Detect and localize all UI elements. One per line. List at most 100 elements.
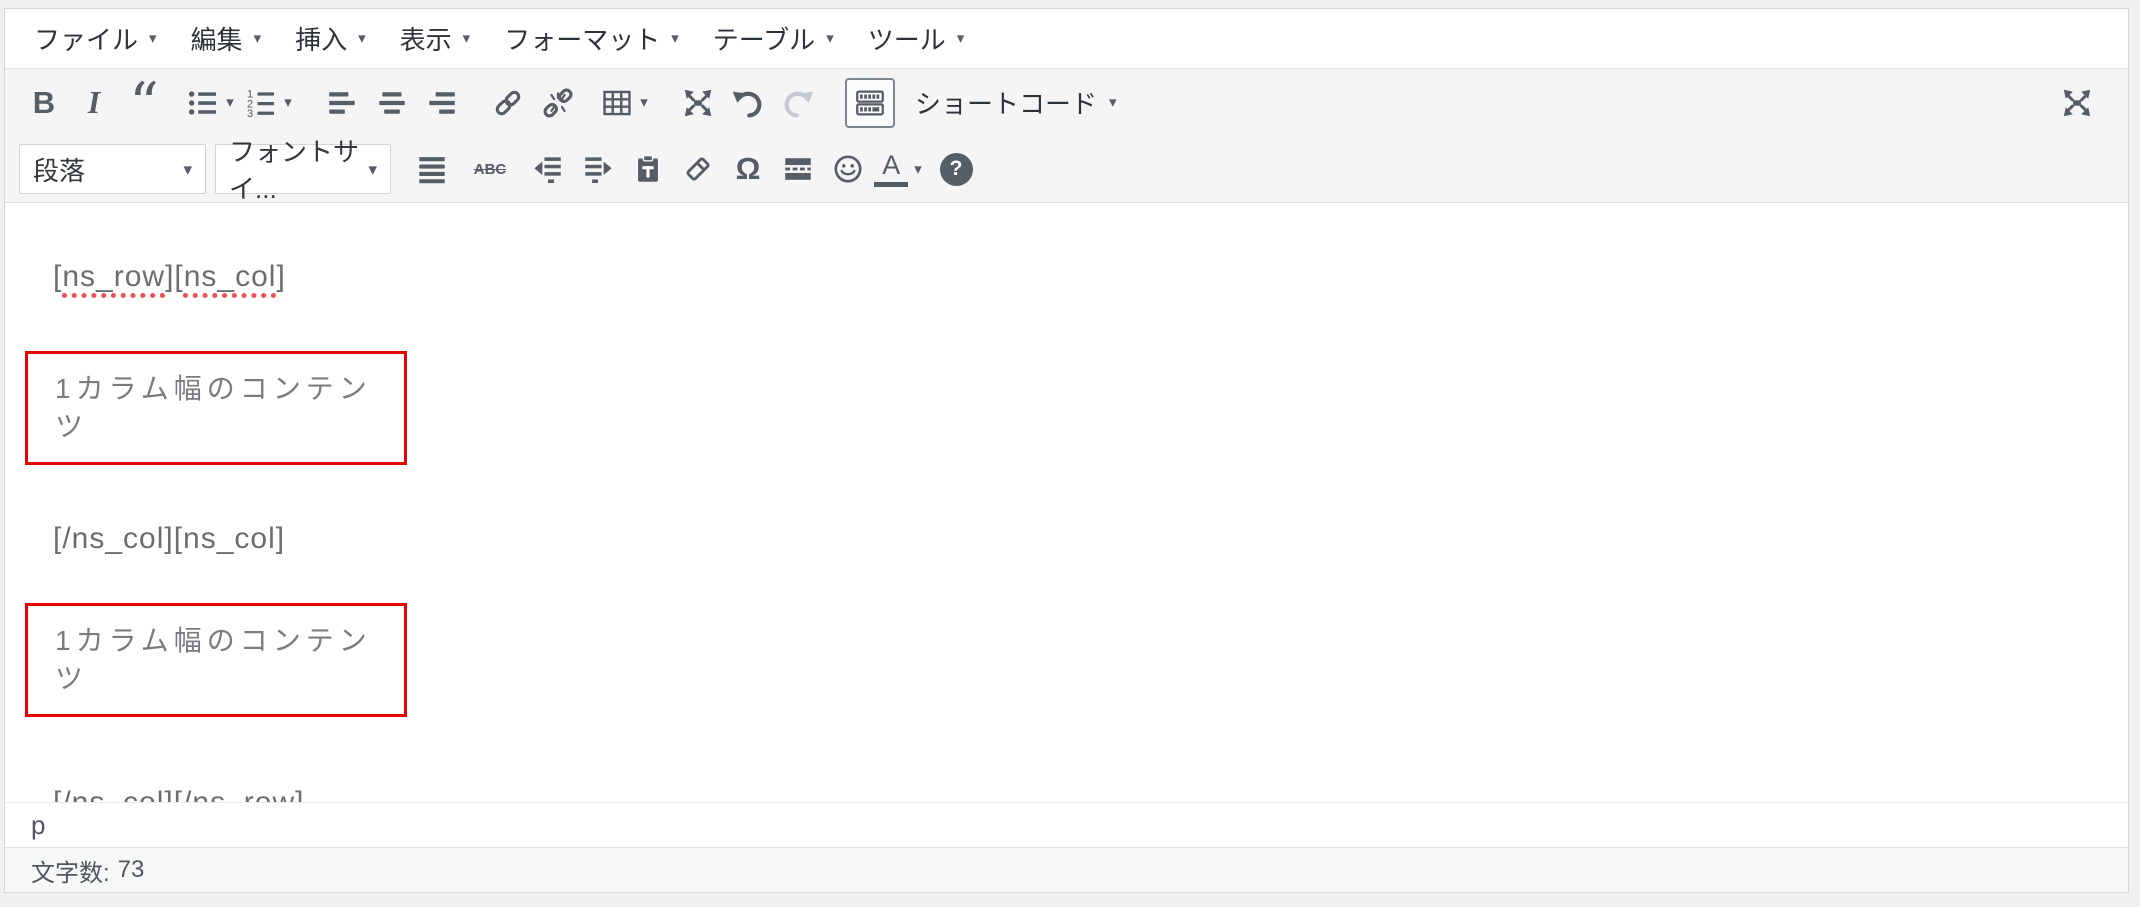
omega-icon: Ω <box>736 151 761 187</box>
table-button[interactable]: ▾ <box>599 77 657 129</box>
emoticons-button[interactable] <box>823 143 873 195</box>
blockquote-button[interactable]: “ <box>119 77 169 129</box>
chevron-down-icon: ▾ <box>284 95 292 110</box>
align-center-icon <box>375 86 409 120</box>
help-button[interactable]: ? <box>931 143 981 195</box>
help-icon: ? <box>940 153 973 186</box>
toolbar-secondary: 段落 ▾ フォントサイ... ▾ ABC <box>5 136 2128 203</box>
paste-as-text-icon <box>631 152 665 186</box>
menu-edit-label: 編集 <box>191 20 243 57</box>
italic-icon: I <box>82 84 106 121</box>
align-right-button[interactable] <box>417 77 467 129</box>
shortcode-dropdown-button[interactable]: ショートコード ▾ <box>901 77 1131 129</box>
menu-format[interactable]: フォーマット ▾ <box>487 9 696 68</box>
undo-button[interactable] <box>723 77 773 129</box>
expand-icon <box>680 85 716 121</box>
shortcode-text-line: [ns_row][ns_col] <box>53 259 2128 295</box>
toolbar-toggle-button[interactable] <box>845 78 895 128</box>
text-color-button[interactable]: A ▾ <box>873 143 931 195</box>
wordcount-bar: 文字数: 73 <box>5 847 2128 892</box>
italic-button[interactable]: I <box>69 77 119 129</box>
column-content-box: 1カラム幅のコンテンツ <box>25 351 407 465</box>
bold-button[interactable]: B <box>19 77 69 129</box>
wordcount-label: 文字数: <box>31 853 110 888</box>
distraction-free-button[interactable] <box>673 77 723 129</box>
outdent-button[interactable] <box>523 143 573 195</box>
toolbar-primary: B I “ ▾ 1 2 <box>5 69 2128 136</box>
svg-text:3: 3 <box>247 107 253 119</box>
remove-format-button[interactable] <box>673 143 723 195</box>
menu-table-label: テーブル <box>713 20 815 57</box>
chevron-down-icon: ▾ <box>226 95 234 110</box>
fullscreen-button[interactable] <box>2052 77 2102 129</box>
link-icon <box>491 86 525 120</box>
menu-edit[interactable]: 編集 ▾ <box>174 9 279 68</box>
redo-icon <box>780 85 816 121</box>
align-justify-icon <box>415 152 449 186</box>
shortcode-text-line: [/ns_col][ns_col] <box>53 521 2128 557</box>
indent-button[interactable] <box>573 143 623 195</box>
menu-view[interactable]: 表示 ▾ <box>383 9 488 68</box>
strikethrough-button[interactable]: ABC <box>465 143 515 195</box>
table-icon <box>600 86 634 120</box>
wordcount-value: 73 <box>118 856 145 884</box>
chevron-down-icon: ▾ <box>640 95 648 110</box>
indent-icon <box>581 152 615 186</box>
fullscreen-icon <box>2059 85 2095 121</box>
numbered-list-icon: 1 2 3 <box>244 86 278 120</box>
text-color-icon: A <box>874 152 908 187</box>
menu-view-label: 表示 <box>400 20 452 57</box>
eraser-icon <box>681 152 715 186</box>
menu-tools[interactable]: ツール ▾ <box>851 9 982 68</box>
undo-icon <box>730 85 766 121</box>
outdent-icon <box>531 152 565 186</box>
insert-link-button[interactable] <box>483 77 533 129</box>
editor-body[interactable]: [ns_row][ns_col] 1カラム幅のコンテンツ [/ns_col][ns_… <box>5 203 2128 802</box>
redo-button[interactable] <box>773 77 823 129</box>
page-break-icon <box>781 152 815 186</box>
block-format-select[interactable]: 段落 ▾ <box>19 144 206 194</box>
element-path-bar: p <box>5 802 2128 847</box>
chevron-down-icon: ▾ <box>914 162 922 177</box>
strikethrough-icon: ABC <box>474 161 507 178</box>
align-left-icon <box>325 86 359 120</box>
align-justify-button[interactable] <box>407 143 457 195</box>
paste-as-text-button[interactable] <box>623 143 673 195</box>
menu-file[interactable]: ファイル ▾ <box>17 9 174 68</box>
chevron-down-icon: ▾ <box>826 31 834 46</box>
remove-link-button[interactable] <box>533 77 583 129</box>
chevron-down-icon: ▾ <box>183 161 192 178</box>
chevron-down-icon: ▾ <box>957 31 965 46</box>
element-path-item[interactable]: p <box>31 810 45 841</box>
chevron-down-icon: ▾ <box>368 161 377 178</box>
align-center-button[interactable] <box>367 77 417 129</box>
align-right-icon <box>425 86 459 120</box>
toolbar-toggle-icon <box>853 86 887 120</box>
menu-table[interactable]: テーブル ▾ <box>696 9 851 68</box>
shortcode-button-label: ショートコード <box>915 84 1097 121</box>
misspelled-word: ns_row <box>192 786 295 802</box>
bullet-list-button[interactable]: ▾ <box>185 77 243 129</box>
page-break-button[interactable] <box>773 143 823 195</box>
menu-insert[interactable]: 挿入 ▾ <box>278 9 383 68</box>
unlink-icon <box>541 86 575 120</box>
smiley-icon <box>831 152 865 186</box>
numbered-list-button[interactable]: 1 2 3 ▾ <box>243 77 301 129</box>
shortcode-text-line: [/ns_col][/ns_row] <box>53 785 2128 802</box>
menubar: ファイル ▾ 編集 ▾ 挿入 ▾ 表示 ▾ フォーマット ▾ テーブル ▾ ツー… <box>5 9 2128 69</box>
chevron-down-icon: ▾ <box>463 31 471 46</box>
align-left-button[interactable] <box>317 77 367 129</box>
font-size-select[interactable]: フォントサイ... ▾ <box>215 144 391 194</box>
editor-frame: ファイル ▾ 編集 ▾ 挿入 ▾ 表示 ▾ フォーマット ▾ テーブル ▾ ツー… <box>4 8 2129 893</box>
misspelled-word: ns_col <box>184 260 277 293</box>
menu-tools-label: ツール <box>868 20 946 57</box>
menu-insert-label: 挿入 <box>295 20 347 57</box>
chevron-down-icon: ▾ <box>149 31 157 46</box>
chevron-down-icon: ▾ <box>254 31 262 46</box>
special-character-button[interactable]: Ω <box>723 143 773 195</box>
blockquote-icon: “ <box>129 99 159 129</box>
misspelled-word: ns_row <box>62 260 165 293</box>
column-content-box: 1カラム幅のコンテンツ <box>25 603 407 717</box>
font-size-value: フォントサイ... <box>229 132 368 206</box>
chevron-down-icon: ▾ <box>671 31 679 46</box>
